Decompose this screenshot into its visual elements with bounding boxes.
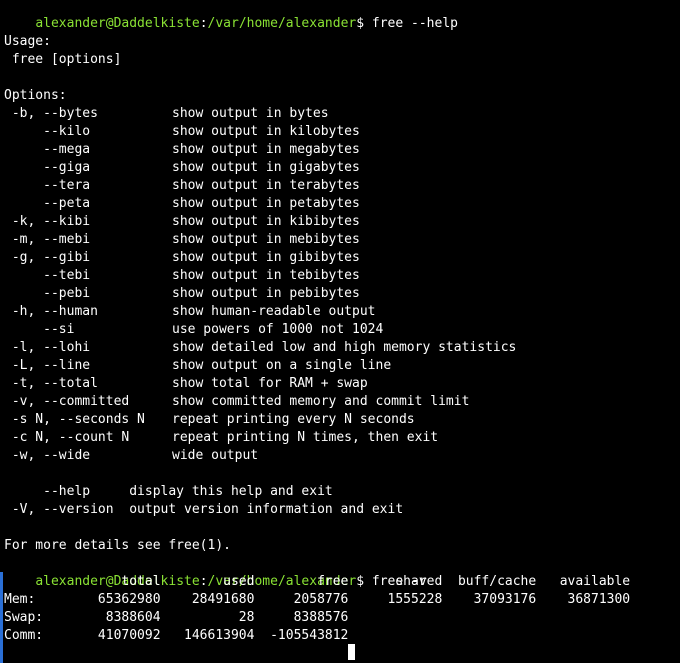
option-row: -k, --kibi show output in kibibytes: [4, 213, 680, 231]
prompt-line-1: alexander@Daddelkiste:/var/home/alexande…: [35, 16, 458, 31]
option-row: --kilo show output in kilobytes: [4, 123, 680, 141]
option-description: show output in petabytes: [172, 196, 360, 211]
command-text: free --help: [364, 16, 458, 31]
option-description: show detailed low and high memory statis…: [172, 340, 517, 355]
option-description: show output in pebibytes: [172, 286, 360, 301]
option-description: show output in kilobytes: [172, 124, 360, 139]
option-row: --peta show output in petabytes: [4, 195, 680, 213]
option-description: show human-readable output: [172, 304, 376, 319]
option-row: --tera show output in terabytes: [4, 177, 680, 195]
option-row: -s N, --seconds N repeat printing every N…: [4, 411, 680, 429]
option-description: show committed memory and commit limit: [172, 394, 470, 409]
text-cursor: [348, 644, 355, 660]
option-flag: -c N, --count N: [4, 430, 130, 445]
option-row: -w, --wide wide output: [4, 447, 680, 465]
option-flag: --mega: [4, 142, 91, 157]
option-description: show total for RAM + swap: [172, 376, 368, 391]
option-flag: --peta: [4, 196, 91, 211]
option-row: -h, --human show human-readable output: [4, 303, 680, 321]
option-row: -t, --total show total for RAM + swap: [4, 375, 680, 393]
option-description: show output on a single line: [172, 358, 392, 373]
option-description: show output in megabytes: [172, 142, 360, 157]
free-table-row: Comm: 41070092 146613904 -105543812: [4, 628, 349, 643]
free-table-row: Mem: 65362980 28491680 2058776 1555228 3…: [4, 592, 631, 607]
option-row: -c N, --count N repeat printing N times, …: [4, 429, 680, 447]
prompt-path: /var/home/alexander: [207, 16, 357, 31]
option-row: -g, --gibi show output in gibibytes: [4, 249, 680, 267]
terminal-window[interactable]: alexander@Daddelkiste:/var/home/alexande…: [0, 0, 680, 663]
option-row: -l, --lohi show detailed low and high mem…: [4, 339, 680, 357]
option-flag: -w, --wide: [4, 448, 91, 463]
option-description: repeat printing every N seconds: [172, 412, 415, 427]
option-flag: -b, --bytes: [4, 106, 98, 121]
option-flag: --si: [4, 322, 75, 337]
option-description: show output in gibibytes: [172, 250, 360, 265]
prompt-user-host: alexander@Daddelkiste: [35, 16, 200, 31]
help-extra-line: --help display this help and exit: [4, 484, 333, 499]
option-flag: -h, --human: [4, 304, 98, 319]
free-table-header: total used free shared buff/cache availa…: [4, 574, 631, 589]
option-flag: -s N, --seconds N: [4, 412, 145, 427]
option-row: -b, --bytes show output in bytes: [4, 105, 680, 123]
option-description: show output in gigabytes: [172, 160, 360, 175]
option-description: repeat printing N times, then exit: [172, 430, 439, 445]
option-description: use powers of 1000 not 1024: [172, 322, 384, 337]
option-flag: -m, --mebi: [4, 232, 91, 247]
option-description: wide output: [172, 448, 259, 463]
option-row: --tebi show output in tebibytes: [4, 267, 680, 285]
option-description: show output in terabytes: [172, 178, 360, 193]
option-row: --mega show output in megabytes: [4, 141, 680, 159]
option-flag: --giga: [4, 160, 91, 175]
option-flag: -L, --line: [4, 358, 91, 373]
help-extra-line: -V, --version output version information…: [4, 502, 404, 517]
option-flag: -g, --gibi: [4, 250, 91, 265]
option-description: show output in kibibytes: [172, 214, 360, 229]
option-row: -v, --committed show committed memory and…: [4, 393, 680, 411]
option-flag: --pebi: [4, 286, 91, 301]
option-description: show output in tebibytes: [172, 268, 360, 283]
option-flag: --kilo: [4, 124, 91, 139]
options-header: Options:: [4, 88, 67, 103]
prompt-line-3[interactable]: alexander@Daddelkiste:/var/home/alexande…: [4, 645, 364, 663]
option-row: -m, --mebi show output in mebibytes: [4, 231, 680, 249]
option-flag: -v, --committed: [4, 394, 130, 409]
option-flag: -k, --kibi: [4, 214, 91, 229]
option-row: --giga show output in gigabytes: [4, 159, 680, 177]
option-row: -L, --line show output on a single line: [4, 357, 680, 375]
option-description: show output in bytes: [172, 106, 329, 121]
usage-header: Usage:: [4, 34, 51, 49]
option-flag: --tera: [4, 178, 91, 193]
prompt-symbol: $: [356, 16, 365, 31]
scroll-marker: [0, 572, 3, 663]
usage-line: free [options]: [4, 52, 122, 67]
option-row: --pebi show output in pebibytes: [4, 285, 680, 303]
help-footer: For more details see free(1).: [4, 538, 231, 553]
prompt-line-2: alexander@Daddelkiste:/var/home/alexande…: [35, 574, 427, 589]
free-table-row: Swap: 8388604 28 8388576: [4, 610, 349, 625]
option-flag: --tebi: [4, 268, 91, 283]
option-description: show output in mebibytes: [172, 232, 360, 247]
option-row: --si use powers of 1000 not 1024: [4, 321, 680, 339]
option-flag: -t, --total: [4, 376, 98, 391]
option-flag: -l, --lohi: [4, 340, 91, 355]
